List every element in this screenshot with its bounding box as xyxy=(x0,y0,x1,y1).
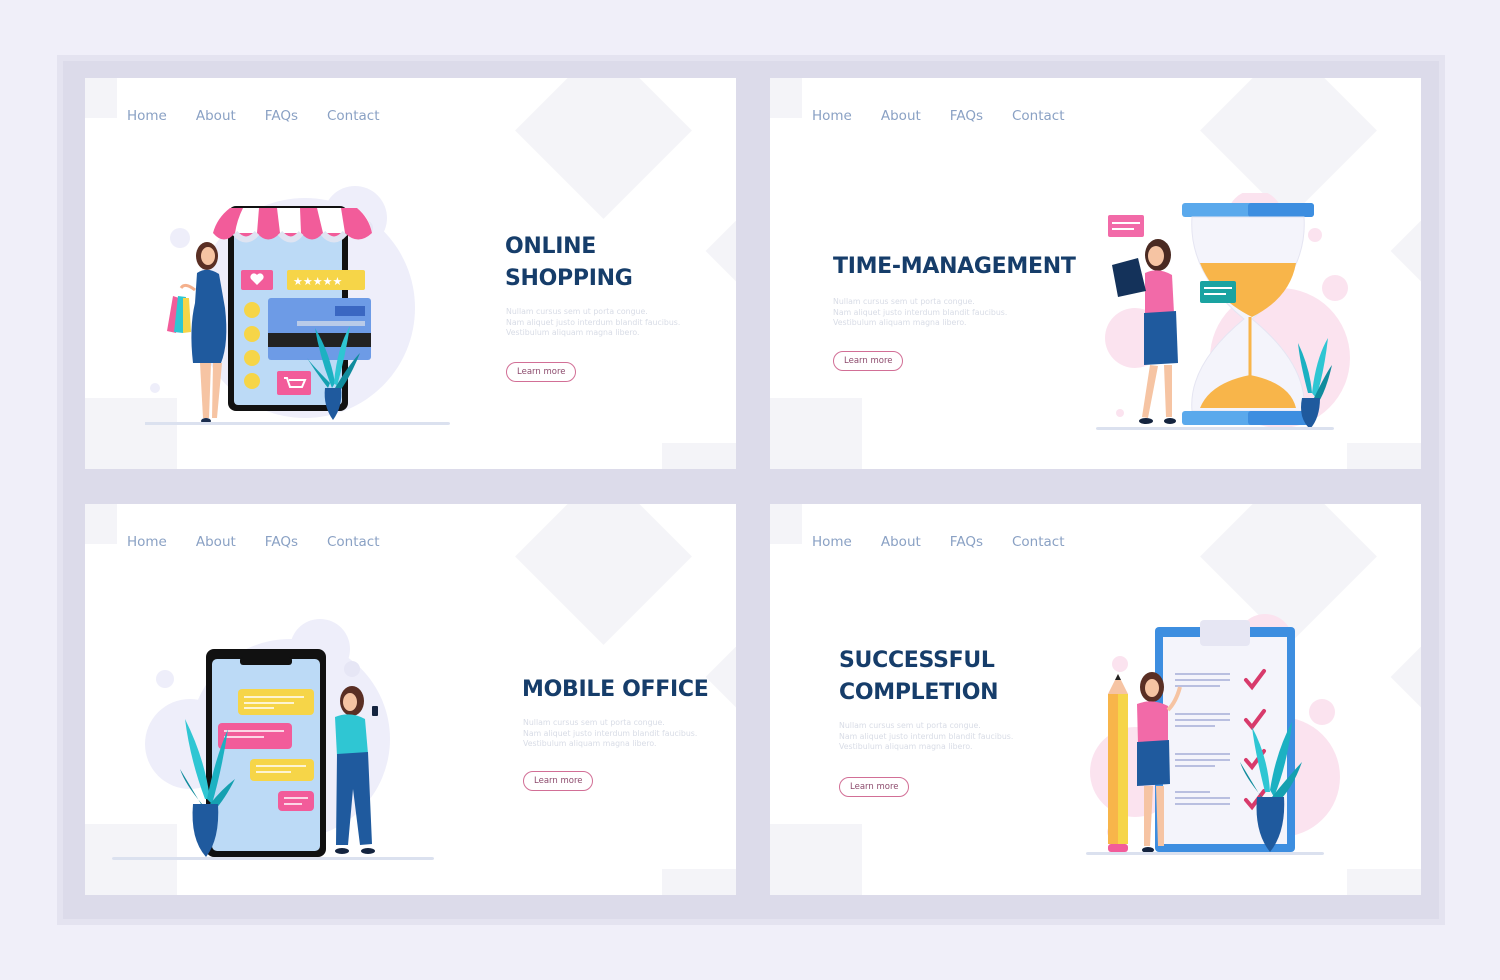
top-nav: Home About FAQs Contact xyxy=(812,534,1094,550)
floor-line xyxy=(1096,427,1334,430)
decor-square xyxy=(662,443,736,469)
nav-home[interactable]: Home xyxy=(127,108,167,124)
nav-contact[interactable]: Contact xyxy=(1012,534,1065,550)
nav-faqs[interactable]: FAQs xyxy=(950,108,983,124)
decor-diamond xyxy=(705,641,736,713)
top-nav: Home About FAQs Contact xyxy=(127,534,409,550)
card-title: ONLINE SHOPPING xyxy=(505,234,633,291)
decor-square xyxy=(85,504,117,544)
decor-square xyxy=(85,78,117,118)
cart-button xyxy=(277,371,311,395)
decor-diamond xyxy=(515,78,692,219)
floor-line xyxy=(1086,852,1324,855)
card-title: SUCCESSFUL COMPLETION xyxy=(839,648,999,705)
nav-contact[interactable]: Contact xyxy=(327,534,380,550)
decor-square xyxy=(1347,869,1421,895)
top-nav: Home About FAQs Contact xyxy=(127,108,409,124)
chat-bubble xyxy=(1108,215,1144,237)
card-description: Nullam cursus sem ut porta congue. Nam a… xyxy=(506,307,681,337)
decor-square xyxy=(770,78,802,118)
decor-square xyxy=(662,869,736,895)
star-icons: ★★★★★ xyxy=(293,275,342,288)
decor-square xyxy=(1347,443,1421,469)
card-description: Nullam cursus sem ut porta congue. Nam a… xyxy=(839,721,1014,751)
decor-diamond xyxy=(1390,641,1421,713)
online-shopping-illustration: ★★★★★ xyxy=(145,186,450,425)
nav-faqs[interactable]: FAQs xyxy=(265,534,298,550)
decor-diamond xyxy=(1390,215,1421,287)
top-nav: Home About FAQs Contact xyxy=(812,108,1094,124)
floor-line xyxy=(145,422,450,425)
nav-home[interactable]: Home xyxy=(812,108,852,124)
nav-contact[interactable]: Contact xyxy=(1012,108,1065,124)
nav-about[interactable]: About xyxy=(196,108,236,124)
nav-about[interactable]: About xyxy=(881,534,921,550)
learn-more-button[interactable]: Learn more xyxy=(506,362,577,382)
nav-contact[interactable]: Contact xyxy=(327,108,380,124)
learn-more-button[interactable]: Learn more xyxy=(839,777,910,797)
nav-about[interactable]: About xyxy=(881,108,921,124)
landing-card-time-management: Home About FAQs Contact TIME-MANAGEMENT … xyxy=(770,78,1421,469)
chat-bubble xyxy=(1200,281,1236,303)
nav-about[interactable]: About xyxy=(196,534,236,550)
store-awning xyxy=(213,208,372,243)
card-description: Nullam cursus sem ut porta congue. Nam a… xyxy=(523,718,698,748)
floor-line xyxy=(112,857,434,860)
decor-square xyxy=(770,504,802,544)
card-title: TIME-MANAGEMENT xyxy=(833,254,1076,279)
decor-diamond xyxy=(515,504,692,645)
landing-card-online-shopping: Home About FAQs Contact ★★★★★ ONLINE SHO… xyxy=(85,78,736,469)
nav-home[interactable]: Home xyxy=(127,534,167,550)
card-title: MOBILE OFFICE xyxy=(522,677,709,702)
decor-diamond xyxy=(705,215,736,287)
learn-more-button[interactable]: Learn more xyxy=(523,771,594,791)
laptop-icon xyxy=(1112,258,1146,297)
card-description: Nullam cursus sem ut porta congue. Nam a… xyxy=(833,297,1008,327)
decor-square xyxy=(770,824,862,895)
nav-home[interactable]: Home xyxy=(812,534,852,550)
nav-faqs[interactable]: FAQs xyxy=(265,108,298,124)
successful-completion-illustration xyxy=(1086,614,1340,855)
mobile-office-illustration xyxy=(112,619,434,860)
phone-icon xyxy=(372,706,378,716)
learn-more-button[interactable]: Learn more xyxy=(833,351,904,371)
landing-card-mobile-office: Home About FAQs Contact MOBILE OFFICE Nu… xyxy=(85,504,736,895)
nav-faqs[interactable]: FAQs xyxy=(950,534,983,550)
decor-square xyxy=(770,398,862,469)
landing-card-successful-completion: Home About FAQs Contact SUCCESSFUL COMPL… xyxy=(770,504,1421,895)
time-management-illustration xyxy=(1096,193,1350,430)
pencil xyxy=(1108,674,1128,852)
